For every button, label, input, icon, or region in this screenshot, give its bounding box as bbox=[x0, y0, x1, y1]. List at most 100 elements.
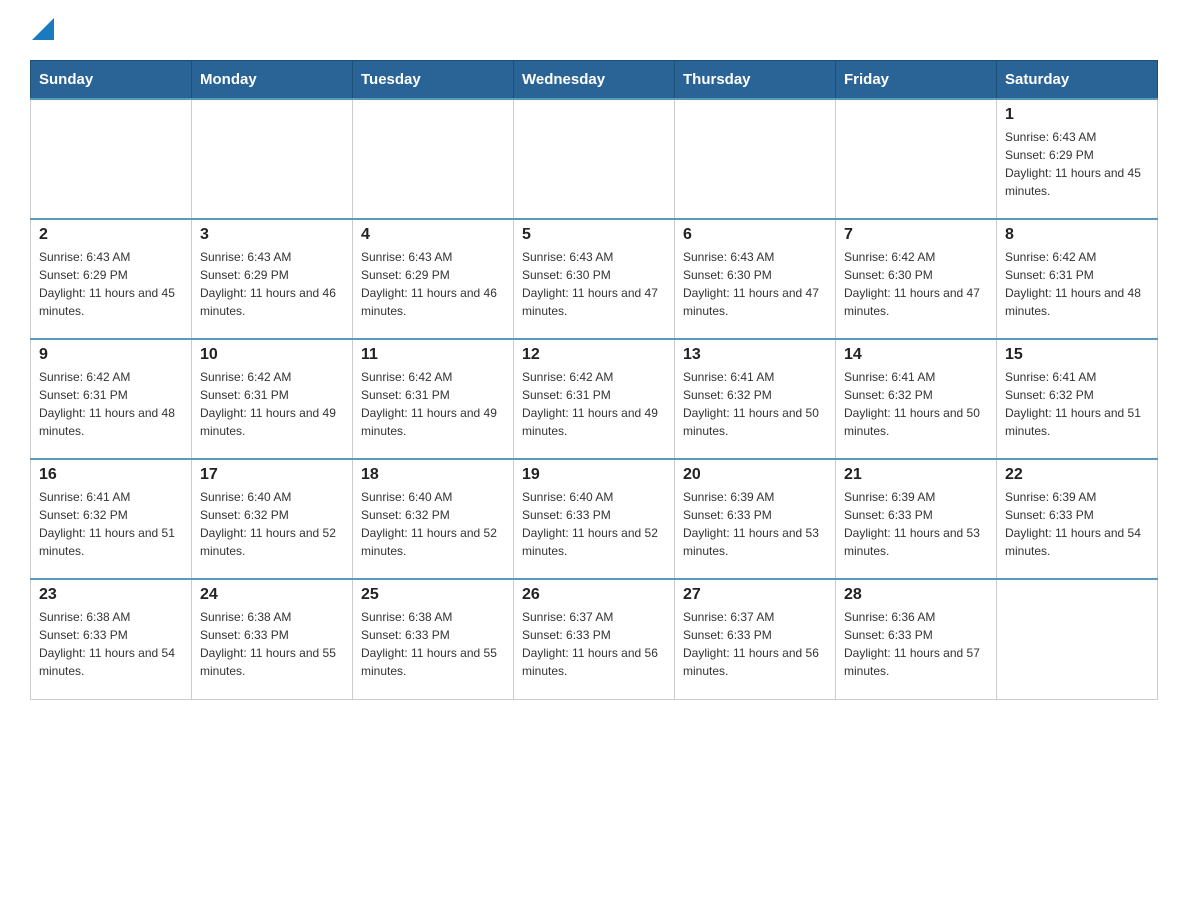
day-number: 4 bbox=[361, 226, 505, 244]
day-number: 24 bbox=[200, 586, 344, 604]
day-info: Sunrise: 6:43 AMSunset: 6:29 PMDaylight:… bbox=[39, 248, 183, 320]
calendar-cell: 26 Sunrise: 6:37 AMSunset: 6:33 PMDayligh… bbox=[514, 579, 675, 699]
calendar-cell: 1Sunrise: 6:43 AMSunset: 6:29 PMDaylight… bbox=[997, 99, 1158, 219]
day-number: 13 bbox=[683, 346, 827, 364]
calendar-cell: 18Sunrise: 6:40 AMSunset: 6:32 PMDayligh… bbox=[353, 459, 514, 579]
calendar-cell bbox=[514, 99, 675, 219]
day-number: 8 bbox=[1005, 226, 1149, 244]
day-info: Sunrise: 6:39 AMSunset: 6:33 PMDaylight:… bbox=[683, 488, 827, 560]
day-number: 2 bbox=[39, 226, 183, 244]
day-info: Sunrise: 6:41 AMSunset: 6:32 PMDaylight:… bbox=[39, 488, 183, 560]
calendar-cell: 9 Sunrise: 6:42 AMSunset: 6:31 PMDaylight… bbox=[31, 339, 192, 459]
calendar-cell: 21 Sunrise: 6:39 AMSunset: 6:33 PMDayligh… bbox=[836, 459, 997, 579]
weekday-header-thursday: Thursday bbox=[675, 61, 836, 100]
calendar-cell: 10 Sunrise: 6:42 AMSunset: 6:31 PMDayligh… bbox=[192, 339, 353, 459]
day-info: Sunrise: 6:42 AMSunset: 6:31 PMDaylight:… bbox=[522, 368, 666, 440]
day-info: Sunrise: 6:42 AMSunset: 6:31 PMDaylight:… bbox=[200, 368, 344, 440]
calendar-week-row: 16 Sunrise: 6:41 AMSunset: 6:32 PMDayligh… bbox=[31, 459, 1158, 579]
day-info: Sunrise: 6:43 AMSunset: 6:30 PMDaylight:… bbox=[683, 248, 827, 320]
calendar-cell: 12 Sunrise: 6:42 AMSunset: 6:31 PMDayligh… bbox=[514, 339, 675, 459]
calendar-week-row: 9 Sunrise: 6:42 AMSunset: 6:31 PMDaylight… bbox=[31, 339, 1158, 459]
calendar-table: SundayMondayTuesdayWednesdayThursdayFrid… bbox=[30, 60, 1158, 700]
day-number: 7 bbox=[844, 226, 988, 244]
day-number: 19 bbox=[522, 466, 666, 484]
day-number: 11 bbox=[361, 346, 505, 364]
day-info: Sunrise: 6:36 AMSunset: 6:33 PMDaylight:… bbox=[844, 608, 988, 680]
calendar-body: 1 Sunrise: 6:43 AMSunset: 6:29 PMDaylight… bbox=[31, 99, 1158, 699]
day-number: 18 bbox=[361, 466, 505, 484]
day-info: Sunrise: 6:38 AMSunset: 6:33 PMDaylight:… bbox=[39, 608, 183, 680]
day-info: Sunrise: 6:42 AMSunset: 6:30 PMDaylight:… bbox=[844, 248, 988, 320]
logo-triangle-icon bbox=[32, 18, 54, 40]
day-info: Sunrise: 6:41 AMSunset: 6:32 PMDaylight:… bbox=[1005, 368, 1149, 440]
day-number: 21 bbox=[844, 466, 988, 484]
calendar-cell: 8 Sunrise: 6:42 AMSunset: 6:31 PMDaylight… bbox=[997, 219, 1158, 339]
day-info: Sunrise: 6:41 AMSunset: 6:32 PMDaylight:… bbox=[844, 368, 988, 440]
logo-line1 bbox=[30, 20, 54, 40]
weekday-header-wednesday: Wednesday bbox=[514, 61, 675, 100]
calendar-cell: 22 Sunrise: 6:39 AMSunset: 6:33 PMDayligh… bbox=[997, 459, 1158, 579]
weekday-header-row: SundayMondayTuesdayWednesdayThursdayFrid… bbox=[31, 61, 1158, 100]
weekday-header-tuesday: Tuesday bbox=[353, 61, 514, 100]
day-number: 5 bbox=[522, 226, 666, 244]
day-number: 22 bbox=[1005, 466, 1149, 484]
calendar-cell: 5 Sunrise: 6:43 AMSunset: 6:30 PMDaylight… bbox=[514, 219, 675, 339]
calendar-week-row: 23Sunrise: 6:38 AMSunset: 6:33 PMDayligh… bbox=[31, 579, 1158, 699]
calendar-cell: 15 Sunrise: 6:41 AMSunset: 6:32 PMDayligh… bbox=[997, 339, 1158, 459]
calendar-cell: 4 Sunrise: 6:43 AMSunset: 6:29 PMDaylight… bbox=[353, 219, 514, 339]
weekday-header-monday: Monday bbox=[192, 61, 353, 100]
day-info: Sunrise: 6:41 AMSunset: 6:32 PMDaylight:… bbox=[683, 368, 827, 440]
day-number: 1 bbox=[1005, 106, 1149, 124]
weekday-header-saturday: Saturday bbox=[997, 61, 1158, 100]
day-info: Sunrise: 6:43 AMSunset: 6:29 PMDaylight:… bbox=[200, 248, 344, 320]
day-number: 10 bbox=[200, 346, 344, 364]
calendar-cell bbox=[353, 99, 514, 219]
day-info: Sunrise: 6:42 AMSunset: 6:31 PMDaylight:… bbox=[1005, 248, 1149, 320]
calendar-cell: 14 Sunrise: 6:41 AMSunset: 6:32 PMDayligh… bbox=[836, 339, 997, 459]
calendar-week-row: 1Sunrise: 6:43 AMSunset: 6:29 PMDaylight… bbox=[31, 99, 1158, 219]
calendar-cell bbox=[997, 579, 1158, 699]
day-number: 16 bbox=[39, 466, 183, 484]
day-info: Sunrise: 6:43 AMSunset: 6:29 PMDaylight:… bbox=[361, 248, 505, 320]
day-info: Sunrise: 6:37 AMSunset: 6:33 PMDaylight:… bbox=[522, 608, 666, 680]
day-number: 25 bbox=[361, 586, 505, 604]
day-info: Sunrise: 6:40 AMSunset: 6:33 PMDaylight:… bbox=[522, 488, 666, 560]
calendar-cell: 17 Sunrise: 6:40 AMSunset: 6:32 PMDayligh… bbox=[192, 459, 353, 579]
calendar-cell bbox=[192, 99, 353, 219]
day-number: 12 bbox=[522, 346, 666, 364]
day-info: Sunrise: 6:40 AMSunset: 6:32 PMDaylight:… bbox=[200, 488, 344, 560]
logo-wrapper bbox=[30, 20, 54, 40]
calendar-cell bbox=[675, 99, 836, 219]
day-info: Sunrise: 6:39 AMSunset: 6:33 PMDaylight:… bbox=[1005, 488, 1149, 560]
day-number: 26 bbox=[522, 586, 666, 604]
calendar-cell: 7 Sunrise: 6:42 AMSunset: 6:30 PMDaylight… bbox=[836, 219, 997, 339]
day-number: 9 bbox=[39, 346, 183, 364]
day-info: Sunrise: 6:42 AMSunset: 6:31 PMDaylight:… bbox=[361, 368, 505, 440]
day-info: Sunrise: 6:38 AMSunset: 6:33 PMDaylight:… bbox=[361, 608, 505, 680]
calendar-cell: 6 Sunrise: 6:43 AMSunset: 6:30 PMDaylight… bbox=[675, 219, 836, 339]
day-number: 17 bbox=[200, 466, 344, 484]
day-info: Sunrise: 6:43 AMSunset: 6:30 PMDaylight:… bbox=[522, 248, 666, 320]
calendar-header: SundayMondayTuesdayWednesdayThursdayFrid… bbox=[31, 61, 1158, 100]
day-info: Sunrise: 6:42 AMSunset: 6:31 PMDaylight:… bbox=[39, 368, 183, 440]
day-info: Sunrise: 6:38 AMSunset: 6:33 PMDaylight:… bbox=[200, 608, 344, 680]
day-number: 6 bbox=[683, 226, 827, 244]
calendar-cell: 24 Sunrise: 6:38 AMSunset: 6:33 PMDayligh… bbox=[192, 579, 353, 699]
day-number: 3 bbox=[200, 226, 344, 244]
calendar-cell bbox=[31, 99, 192, 219]
calendar-cell: 13 Sunrise: 6:41 AMSunset: 6:32 PMDayligh… bbox=[675, 339, 836, 459]
calendar-cell: 27 Sunrise: 6:37 AMSunset: 6:33 PMDayligh… bbox=[675, 579, 836, 699]
day-number: 15 bbox=[1005, 346, 1149, 364]
calendar-cell: 19 Sunrise: 6:40 AMSunset: 6:33 PMDayligh… bbox=[514, 459, 675, 579]
calendar-cell: 25 Sunrise: 6:38 AMSunset: 6:33 PMDayligh… bbox=[353, 579, 514, 699]
calendar-cell: 23Sunrise: 6:38 AMSunset: 6:33 PMDayligh… bbox=[31, 579, 192, 699]
day-info: Sunrise: 6:39 AMSunset: 6:33 PMDaylight:… bbox=[844, 488, 988, 560]
calendar-cell: 2 Sunrise: 6:43 AMSunset: 6:29 PMDaylight… bbox=[31, 219, 192, 339]
day-number: 14 bbox=[844, 346, 988, 364]
weekday-header-friday: Friday bbox=[836, 61, 997, 100]
day-number: 27 bbox=[683, 586, 827, 604]
calendar-week-row: 2 Sunrise: 6:43 AMSunset: 6:29 PMDaylight… bbox=[31, 219, 1158, 339]
day-info: Sunrise: 6:37 AMSunset: 6:33 PMDaylight:… bbox=[683, 608, 827, 680]
logo bbox=[30, 20, 54, 40]
day-number: 20 bbox=[683, 466, 827, 484]
